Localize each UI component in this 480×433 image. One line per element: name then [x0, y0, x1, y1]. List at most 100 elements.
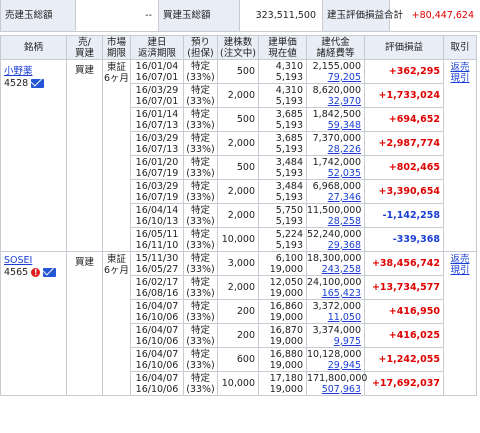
- pl-cell: +362,295: [364, 59, 444, 84]
- pl-total-value: +80,447,624: [411, 10, 474, 21]
- stock-code: 4528: [4, 78, 29, 89]
- deposit-line1: 特定: [190, 372, 210, 384]
- date-line1: 15/11/30: [135, 252, 179, 264]
- price-cell: 16,860 19,000: [258, 299, 307, 324]
- fee-link[interactable]: 243,258: [307, 264, 361, 275]
- pl-cell: +694,652: [364, 107, 444, 132]
- mail-icon[interactable]: [43, 268, 57, 277]
- deposit-cell: 特定 (33%): [183, 251, 218, 276]
- fee-link[interactable]: 27,346: [307, 192, 361, 203]
- position-type: 買建: [66, 251, 103, 396]
- price-line1: 3,484: [275, 180, 303, 192]
- qty-cell: 2,000: [217, 203, 259, 228]
- deposit-line1: 特定: [190, 324, 210, 336]
- price-cell: 5,224 5,193: [258, 227, 307, 252]
- deposit-line2: (33%): [186, 239, 215, 251]
- stock-cell: SOSEI 4565!: [0, 251, 67, 396]
- date-line2: 16/10/06: [135, 311, 179, 323]
- date-line1: 16/01/20: [135, 156, 179, 168]
- price-line2: 19,000: [269, 335, 303, 347]
- amount-line1: 8,620,000: [312, 84, 361, 96]
- date-line2: 16/07/01: [135, 95, 179, 107]
- price-cell: 12,050 19,000: [258, 275, 307, 300]
- stock-name-link[interactable]: 小野薬: [4, 66, 33, 77]
- date-cell: 16/01/04 16/07/01: [130, 59, 184, 84]
- deposit-line2: (33%): [186, 263, 215, 275]
- deposit-line1: 特定: [190, 132, 210, 144]
- price-line1: 6,100: [275, 252, 303, 264]
- pl-cell: +2,987,774: [364, 131, 444, 156]
- date-cell: 16/04/07 16/10/06: [130, 323, 184, 348]
- price-line2: 19,000: [269, 287, 303, 299]
- date-cell: 16/03/29 16/07/13: [130, 131, 184, 156]
- mail-icon[interactable]: [31, 79, 45, 88]
- stock-code-row: 4528: [4, 78, 66, 89]
- amount-line1: 2,155,000: [312, 60, 361, 72]
- qty-cell: 500: [217, 107, 259, 132]
- amount-line1: 1,742,000: [312, 156, 361, 168]
- delivery-link[interactable]: 現引: [444, 265, 476, 276]
- amount-line1: 10,128,000: [307, 348, 362, 360]
- qty-cell: 200: [217, 299, 259, 324]
- amount-line1: 6,968,000: [312, 180, 361, 192]
- deposit-cell: 特定 (33%): [183, 323, 218, 348]
- deposit-line1: 特定: [190, 180, 210, 192]
- close-sell-link[interactable]: 返売: [444, 254, 476, 265]
- fee-link[interactable]: 52,035: [307, 168, 361, 179]
- price-line2: 5,193: [275, 71, 303, 83]
- action-cell: 返売 現引: [443, 251, 477, 396]
- fee-link[interactable]: 29,945: [307, 360, 361, 371]
- amount-cell: 1,842,500 59,348: [306, 107, 365, 132]
- qty-cell: 2,000: [217, 131, 259, 156]
- fee-link[interactable]: 59,348: [307, 120, 361, 131]
- pl-cell: +802,465: [364, 155, 444, 180]
- fee-link[interactable]: 79,205: [307, 72, 361, 83]
- header-date: 建日 返済期限: [130, 35, 184, 60]
- fee-link[interactable]: 165,423: [307, 288, 361, 299]
- date-line1: 16/04/07: [135, 348, 179, 360]
- qty-cell: 500: [217, 59, 259, 84]
- fee-link[interactable]: 28,226: [307, 144, 361, 155]
- date-line1: 16/02/17: [135, 276, 179, 288]
- fee-link[interactable]: 11,050: [307, 312, 361, 323]
- fee-link[interactable]: 507,963: [307, 384, 361, 395]
- price-cell: 4,310 5,193: [258, 83, 307, 108]
- date-line2: 16/07/13: [135, 143, 179, 155]
- market-term-line2: 6ヶ月: [103, 265, 130, 276]
- deposit-cell: 特定 (33%): [183, 59, 218, 84]
- deposit-line2: (33%): [186, 119, 215, 131]
- fee-link[interactable]: 9,975: [307, 336, 361, 347]
- price-line2: 5,193: [275, 143, 303, 155]
- stock-name-link[interactable]: SOSEI: [4, 255, 32, 266]
- amount-line1: 171,800,000: [307, 372, 368, 384]
- date-line1: 16/03/29: [135, 84, 179, 96]
- qty-cell: 2,000: [217, 275, 259, 300]
- fee-link[interactable]: 28,258: [307, 216, 361, 227]
- price-cell: 16,880 19,000: [258, 347, 307, 372]
- price-line1: 16,870: [269, 324, 303, 336]
- amount-cell: 18,300,000 243,258: [306, 251, 365, 276]
- pl-cell: +416,025: [364, 323, 444, 348]
- qty-cell: 200: [217, 323, 259, 348]
- fee-link[interactable]: 32,970: [307, 96, 361, 107]
- market-term-cell: 東証 6ヶ月: [102, 251, 131, 396]
- date-cell: 16/04/07 16/10/06: [130, 371, 184, 396]
- fee-link[interactable]: 29,368: [307, 240, 361, 251]
- date-line2: 16/10/13: [135, 215, 179, 227]
- close-sell-link[interactable]: 返売: [444, 62, 476, 73]
- price-line2: 19,000: [269, 263, 303, 275]
- date-line2: 16/07/19: [135, 167, 179, 179]
- alert-icon[interactable]: !: [31, 268, 41, 277]
- pl-cell: -339,368: [364, 227, 444, 252]
- positions-page: 売建玉総額 -- 買建玉総額 323,511,500 建玉評価損益合計 +80,…: [0, 0, 480, 433]
- qty-cell: 2,000: [217, 179, 259, 204]
- date-line1: 16/04/07: [135, 372, 179, 384]
- deposit-line2: (33%): [186, 191, 215, 203]
- date-cell: 16/05/11 16/11/10: [130, 227, 184, 252]
- pl-total-label: 建玉評価損益合計: [322, 0, 403, 31]
- date-line2: 16/10/06: [135, 335, 179, 347]
- price-line2: 19,000: [269, 383, 303, 395]
- delivery-link[interactable]: 現引: [444, 73, 476, 84]
- amount-line1: 1,842,500: [312, 108, 361, 120]
- price-line2: 5,193: [275, 119, 303, 131]
